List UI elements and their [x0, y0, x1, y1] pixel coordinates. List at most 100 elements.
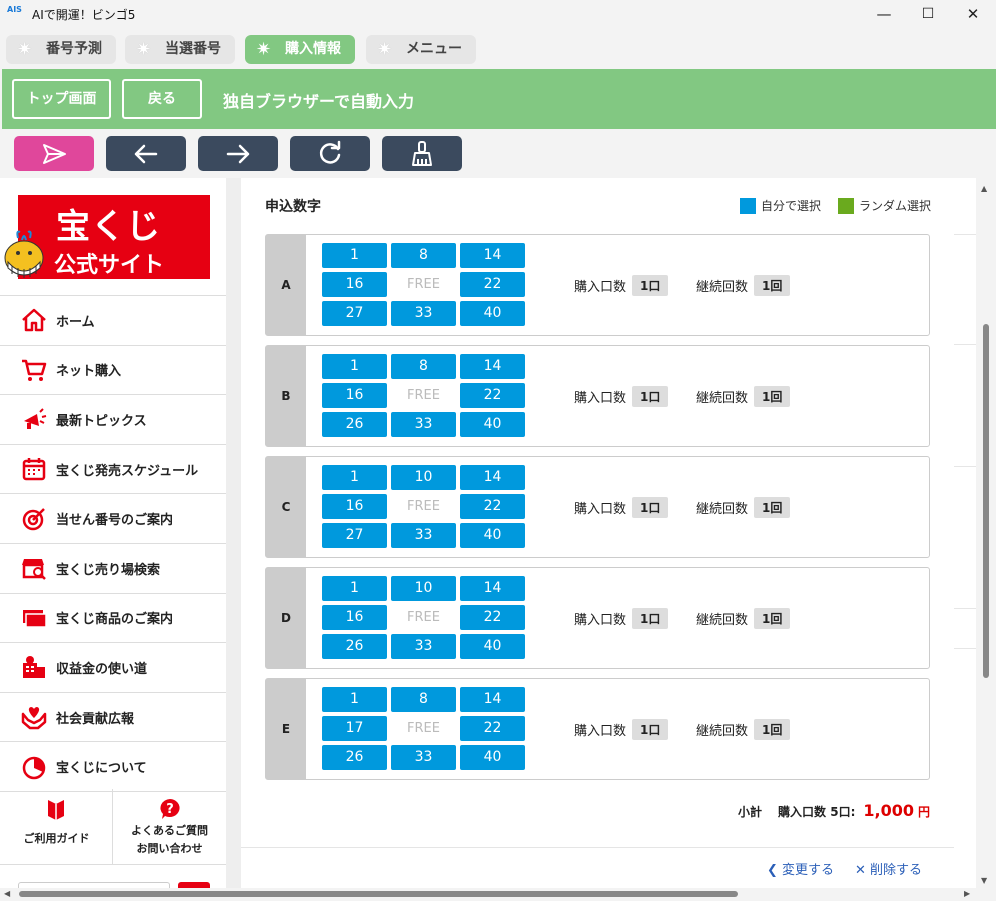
quantity-stat: 購入口数 1口: [574, 497, 669, 518]
target-icon: [22, 507, 45, 530]
number-cell: 16: [322, 494, 387, 519]
sidebar-item-home[interactable]: ホーム: [0, 296, 226, 346]
faq-label-1: よくあるご質問: [131, 824, 208, 837]
repeat-badge: 1回: [754, 386, 791, 407]
quantity-label: 購入口数: [574, 724, 627, 739]
free-cell: FREE: [407, 388, 440, 403]
purchase-content: 申込数字 自分で選択 ランダム選択 A 1 8 14 16 FREE 22 27 33 40 購入口…: [241, 178, 954, 888]
number-cell: 22: [460, 272, 525, 297]
star-icon: ✷: [136, 39, 152, 60]
quantity-label: 購入口数: [574, 280, 627, 295]
tab-purchase-info[interactable]: ✷ 購入情報: [245, 35, 355, 64]
send-icon: [43, 144, 66, 164]
delete-link[interactable]: ✕ 削除する: [855, 859, 922, 878]
heart-hands-icon: [21, 707, 47, 730]
number-cell: 8: [391, 687, 456, 712]
x-icon: ✕: [855, 863, 866, 878]
quantity-label: 購入口数: [574, 391, 627, 406]
send-button[interactable]: [14, 136, 94, 171]
repeat-stat: 継続回数 1回: [696, 497, 791, 518]
back-button[interactable]: 戻る: [122, 79, 202, 119]
minimize-button[interactable]: —: [874, 4, 894, 24]
megaphone-icon: [24, 408, 47, 430]
building-icon: [23, 656, 45, 679]
app-logo-icon: AIS: [7, 5, 22, 14]
number-cell: 14: [460, 465, 525, 490]
sidebar-menu: ホーム ネット購入 最新トピックス 宝くじ発売スケジュール 当せん番号のご案内 …: [0, 295, 226, 792]
number-cell: 40: [460, 523, 525, 548]
sidebar-item-social-contribution[interactable]: 社会貢献広報: [0, 693, 226, 743]
number-cell: 22: [460, 494, 525, 519]
guide-label: ご利用ガイド: [23, 832, 90, 845]
tab-menu[interactable]: ✷ メニュー: [366, 35, 476, 64]
close-button[interactable]: ✕: [963, 4, 983, 24]
number-cell: 14: [460, 243, 525, 268]
quantity-stat: 購入口数 1口: [574, 719, 669, 740]
entry-letter: B: [266, 346, 306, 446]
tickets-icon: [23, 609, 47, 628]
number-cell: 33: [391, 301, 456, 326]
quantity-stat: 購入口数 1口: [574, 275, 669, 296]
svg-text:?: ?: [166, 802, 174, 817]
sidebar-item-proceeds[interactable]: 収益金の使い道: [0, 643, 226, 693]
scroll-right-icon[interactable]: ▶: [964, 889, 970, 898]
star-icon: ✷: [256, 39, 272, 60]
quantity-badge: 1口: [632, 386, 669, 407]
number-cell: 1: [322, 465, 387, 490]
free-cell: FREE: [407, 277, 440, 292]
sidebar-footer-links: ご利用ガイド ? よくあるご質問 お問い合わせ: [0, 789, 226, 865]
faq-link[interactable]: ? よくあるご質問 お問い合わせ: [113, 789, 226, 865]
repeat-label: 継続回数: [696, 280, 749, 295]
sidebar-item-shop-search[interactable]: 宝くじ売り場検索: [0, 544, 226, 594]
tab-winning-numbers[interactable]: ✷ 当選番号: [125, 35, 235, 64]
nav-forward-button[interactable]: [198, 136, 278, 171]
repeat-label: 継続回数: [696, 502, 749, 517]
vertical-scrollbar[interactable]: ▲ ▼: [976, 178, 996, 888]
repeat-label: 継続回数: [696, 391, 749, 406]
arrow-left-icon: [134, 144, 158, 164]
sidebar-item-schedule[interactable]: 宝くじ発売スケジュール: [0, 445, 226, 495]
repeat-stat: 継続回数 1回: [696, 719, 791, 740]
number-cell: 1: [322, 243, 387, 268]
number-cell: 1: [322, 576, 387, 601]
number-cell: 33: [391, 523, 456, 548]
clear-button[interactable]: [382, 136, 462, 171]
subtotal: 小計 購入口数 5口: 1,000 円: [738, 801, 930, 820]
sidebar-item-topics[interactable]: 最新トピックス: [0, 395, 226, 445]
quantity-stat: 購入口数 1口: [574, 608, 669, 629]
sidebar-item-products[interactable]: 宝くじ商品のご案内: [0, 594, 226, 644]
scroll-down-icon[interactable]: ▼: [981, 876, 987, 885]
quantity-stat: 購入口数 1口: [574, 386, 669, 407]
sidebar-item-about[interactable]: 宝くじについて: [0, 742, 226, 792]
nav-back-button[interactable]: [106, 136, 186, 171]
repeat-label: 継続回数: [696, 613, 749, 628]
change-link[interactable]: ❮ 変更する: [767, 859, 834, 878]
guide-link[interactable]: ご利用ガイド: [0, 789, 113, 865]
entry-letter: E: [266, 679, 306, 779]
entry-letter: C: [266, 457, 306, 557]
quantity-badge: 1口: [632, 608, 669, 629]
number-cell: 8: [391, 354, 456, 379]
legend-self: 自分で選択: [740, 197, 821, 214]
bingo-entry-e: E 1 8 14 17 FREE 22 26 33 40 購入口数 1口 継続回数 1回: [265, 678, 930, 780]
logo-line-2: 公式サイト: [54, 253, 165, 278]
reload-button[interactable]: [290, 136, 370, 171]
horizontal-scroll-thumb[interactable]: [19, 891, 738, 897]
mascot-icon: [4, 230, 44, 278]
number-cell: 40: [460, 745, 525, 770]
quantity-label: 購入口数: [574, 502, 627, 517]
quantity-badge: 1口: [632, 497, 669, 518]
number-cell: 40: [460, 634, 525, 659]
horizontal-scrollbar[interactable]: ◀ ▶: [0, 888, 996, 901]
scroll-left-icon[interactable]: ◀: [4, 889, 10, 898]
vertical-scroll-thumb[interactable]: [983, 324, 989, 678]
question-icon: ?: [160, 799, 180, 819]
scroll-up-icon[interactable]: ▲: [981, 184, 987, 193]
maximize-button[interactable]: ☐: [918, 4, 938, 24]
tab-number-prediction[interactable]: ✷ 番号予測: [6, 35, 116, 64]
sidebar-item-winning-numbers[interactable]: 当せん番号のご案内: [0, 494, 226, 544]
quantity-badge: 1口: [632, 719, 669, 740]
window-title: AIで開運！ビンゴ5: [32, 8, 136, 22]
sidebar-item-net-purchase[interactable]: ネット購入: [0, 346, 226, 396]
top-screen-button[interactable]: トップ画面: [12, 79, 111, 119]
